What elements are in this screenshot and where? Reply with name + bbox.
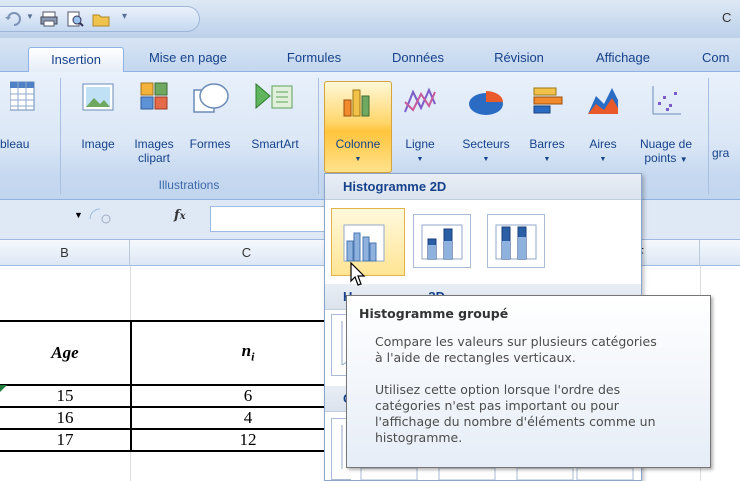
frequency-table: Age ni 15 6 16 4 17 12 (0, 320, 366, 452)
barres-label: Barres (529, 137, 565, 151)
title-bar: ▼ ▾ C (0, 0, 740, 38)
tab-affichage[interactable]: Affichage (580, 46, 666, 72)
smartart-label: SmartArt (251, 137, 299, 151)
window-title: C (722, 10, 732, 25)
error-indicator-icon (0, 385, 7, 392)
formula-input[interactable] (210, 206, 330, 232)
ligne-label: Ligne (405, 137, 435, 151)
image-button[interactable]: Image (70, 80, 126, 151)
ligne-button[interactable]: Ligne ▼ (396, 84, 444, 167)
table-header-row: Age ni (0, 320, 366, 386)
section-histogramme-2d: Histogramme 2D (325, 174, 641, 200)
tableau-label: bleau (0, 137, 30, 151)
chevron-down-icon: ▼ (354, 156, 362, 163)
clipart-icon (140, 82, 168, 110)
tab-insertion[interactable]: Insertion (28, 47, 124, 73)
table-row: 17 12 (0, 428, 366, 452)
print-icon[interactable] (40, 11, 58, 27)
print-preview-icon[interactable] (66, 11, 84, 27)
percent-stacked-column-icon (495, 224, 537, 260)
table-row: 15 6 (0, 384, 366, 408)
chevron-down-icon: ▼ (416, 156, 424, 163)
tooltip-line: à l'aide de rectangles verticaux. (375, 350, 576, 365)
tooltip-histogramme-groupe: Histogramme groupé Compare les valeurs s… (346, 295, 711, 468)
illustrations-group-label: Illustrations (158, 178, 220, 192)
table-icon (9, 81, 35, 111)
smartart-icon (255, 82, 293, 110)
autres-graphiques-fragment[interactable]: gra (712, 146, 740, 160)
clipart-label-1: Images (134, 137, 174, 151)
barres-button[interactable]: Barres ▼ (522, 84, 572, 167)
tab-donnees[interactable]: Données (378, 46, 458, 72)
clipart-label-2: clipart (137, 151, 170, 165)
image-label: Image (81, 137, 115, 151)
formes-button[interactable]: Formes (184, 80, 236, 151)
formula-bar-divider-icon[interactable] (88, 207, 118, 231)
undo-dropdown-icon[interactable]: ▼ (26, 12, 34, 21)
shapes-icon (193, 83, 229, 113)
tab-compléments[interactable]: Com (698, 46, 740, 72)
bar-chart-icon (533, 87, 563, 114)
stacked-column-option[interactable] (413, 214, 471, 268)
age-cell[interactable]: 15 (0, 384, 132, 408)
chevron-down-icon: ▼ (543, 156, 551, 163)
tableau-button[interactable]: bleau (0, 80, 56, 151)
clipart-button[interactable]: Images clipart (126, 80, 182, 165)
line-chart-icon (404, 87, 436, 113)
pie-chart-icon (469, 91, 503, 115)
tooltip-line: Compare les valeurs sur plusieurs catégo… (375, 334, 657, 349)
tab-mise-en-page[interactable]: Mise en page (136, 46, 240, 72)
customize-toolbar-icon[interactable]: ▾ (122, 11, 127, 22)
chevron-down-icon: ▼ (599, 156, 607, 163)
smartart-button[interactable]: SmartArt (240, 80, 310, 151)
tooltip-line: histogramme. (375, 430, 463, 445)
undo-icon[interactable] (4, 11, 22, 27)
secteurs-button[interactable]: Secteurs ▼ (450, 84, 522, 167)
picture-icon (82, 83, 114, 111)
age-cell[interactable]: 16 (0, 406, 132, 430)
quick-access-toolbar: ▼ ▾ (0, 6, 200, 32)
age-header-cell[interactable]: Age (0, 320, 132, 386)
group-separator (708, 78, 709, 194)
column-chart-icon (343, 89, 370, 117)
tooltip-title: Histogramme groupé (359, 306, 509, 321)
nuage-label-2: points ▼ (644, 151, 688, 165)
area-chart-icon (588, 88, 618, 114)
tooltip-line: Utilisez cette option lorsque l'ordre de… (375, 382, 621, 397)
aires-button[interactable]: Aires ▼ (580, 84, 626, 167)
scatter-chart-icon (652, 86, 681, 115)
colonne-label: Colonne (335, 137, 381, 151)
chevron-down-icon: ▼ (482, 156, 490, 163)
colonne-button[interactable]: Colonne ▼ (324, 84, 392, 167)
mouse-pointer-icon (350, 262, 366, 286)
tab-revision[interactable]: Révision (482, 46, 556, 72)
group-separator (318, 78, 319, 194)
aires-label: Aires (589, 137, 617, 151)
name-box-dropdown-icon[interactable]: ▼ (74, 210, 83, 220)
tooltip-line: catégories n'est pas important ou pour (375, 398, 619, 413)
chevron-down-icon: ▼ (679, 155, 688, 164)
open-folder-icon[interactable] (92, 11, 110, 27)
nuage-de-points-button[interactable]: Nuage de points ▼ (628, 84, 704, 167)
insert-function-icon[interactable]: fx (174, 208, 186, 223)
tooltip-line: l'affichage du nombre d'éléments comme u… (375, 414, 656, 429)
cylinder-variants-icon (360, 467, 634, 481)
secteurs-label: Secteurs (462, 137, 510, 151)
formes-label: Formes (189, 137, 231, 151)
column-header-b[interactable]: B (0, 240, 130, 266)
age-cell[interactable]: 17 (0, 428, 132, 452)
tab-formules[interactable]: Formules (274, 46, 354, 72)
table-row: 16 4 (0, 406, 366, 430)
group-separator (60, 78, 61, 194)
cylinder-options-row-partial[interactable] (355, 467, 635, 481)
stacked-column-icon (421, 224, 463, 260)
percent-stacked-column-option[interactable] (487, 214, 545, 268)
nuage-label-1: Nuage de (639, 137, 693, 151)
ribbon-tabs: Insertion Mise en page Formules Données … (0, 38, 740, 73)
